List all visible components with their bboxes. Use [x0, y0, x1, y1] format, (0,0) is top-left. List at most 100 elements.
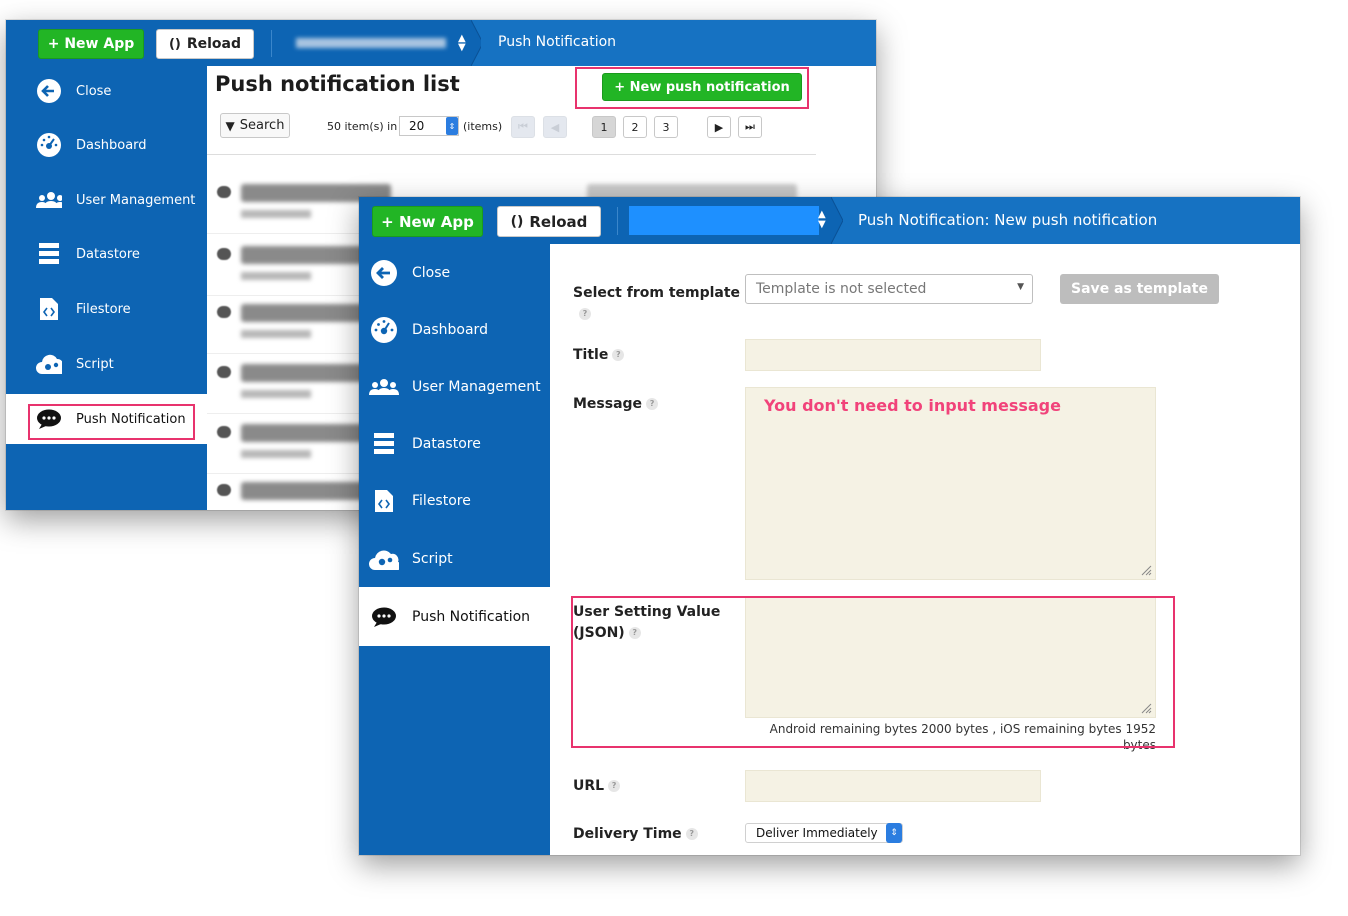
help-icon[interactable]: ? — [612, 349, 625, 361]
last-page-icon: ⏭ — [745, 120, 755, 133]
remaining-bytes-text: Android remaining bytes 2000 bytes , iOS… — [769, 722, 1156, 752]
sidebar-item-label: Close — [412, 264, 451, 281]
help-icon[interactable]: ? — [579, 308, 591, 320]
page-2-button[interactable]: 2 — [623, 116, 647, 138]
title-input[interactable] — [745, 339, 1041, 371]
sidebar-item-label: Dashboard — [412, 321, 488, 338]
page-3-button[interactable]: 3 — [654, 116, 678, 138]
sidebar-item-filestore[interactable]: Filestore — [359, 472, 550, 529]
prev-page-icon: ◀ — [550, 120, 560, 134]
reload-icon: () — [510, 213, 524, 230]
sidebar-item-label: Datastore — [76, 246, 140, 262]
help-icon[interactable]: ? — [646, 398, 659, 410]
speech-bubble-icon — [217, 484, 231, 496]
speech-bubble-icon — [369, 602, 399, 632]
app-selector-arrows-icon[interactable]: ▲ ▼ — [818, 210, 826, 230]
sidebar-item-datastore[interactable]: Datastore — [6, 229, 207, 279]
new-push-notification-button[interactable]: + New push notification — [602, 73, 802, 101]
user-setting-label-line2: (JSON) — [573, 625, 625, 641]
sidebar-item-push-notification[interactable]: Push Notification — [6, 394, 207, 444]
speech-bubble-icon — [217, 426, 231, 438]
top-toolbar: + New App () Reload ▲ ▼ Push Notification — [6, 20, 876, 66]
sidebar-item-script[interactable]: Script — [359, 530, 550, 587]
sidebar-item-push-notification[interactable]: Push Notification — [359, 587, 550, 646]
speech-bubble-icon — [217, 306, 231, 318]
message-label: Message? — [573, 394, 659, 415]
speech-bubble-icon — [217, 186, 231, 198]
sidebar: Close Dashboard User Management Datastor… — [359, 244, 550, 855]
database-icon — [369, 429, 399, 459]
toolbar-divider — [617, 207, 618, 235]
template-select-value: Template is not selected — [756, 281, 927, 297]
database-icon — [36, 241, 62, 267]
user-setting-label-line1: User Setting Value — [573, 604, 721, 620]
reload-button[interactable]: () Reload — [156, 29, 254, 59]
app-selector-redacted[interactable] — [296, 38, 446, 48]
top-toolbar: + New App () Reload ▲ ▼ Push Notification… — [359, 197, 1300, 244]
sidebar-item-dashboard[interactable]: Dashboard — [6, 120, 207, 170]
app-selector-redacted[interactable] — [629, 206, 819, 235]
reload-label: Reload — [529, 212, 588, 231]
help-icon[interactable]: ? — [608, 780, 621, 792]
filter-icon: ▼ — [225, 118, 235, 133]
sidebar-item-script[interactable]: Script — [6, 339, 207, 389]
search-button[interactable]: ▼ Search — [220, 113, 290, 138]
app-selector-arrows-icon[interactable]: ▲ ▼ — [458, 34, 466, 53]
redacted-text — [241, 330, 311, 338]
new-app-button[interactable]: + New App — [38, 29, 144, 59]
delivery-time-label: Delivery Time? — [573, 824, 698, 845]
sidebar-item-label: Script — [412, 550, 453, 567]
template-select[interactable]: Template is not selected ▼ — [745, 274, 1033, 304]
items-count-text: 50 item(s) in — [327, 120, 398, 133]
next-page-button[interactable]: ▶ — [707, 116, 731, 138]
chevron-down-icon: ▼ — [1017, 282, 1024, 292]
gauge-icon — [369, 315, 399, 345]
next-page-icon: ▶ — [714, 120, 724, 134]
new-app-button[interactable]: + New App — [372, 206, 483, 237]
per-page-value: 20 — [409, 119, 425, 133]
sidebar-item-dashboard[interactable]: Dashboard — [359, 301, 550, 358]
page-1-button[interactable]: 1 — [592, 116, 616, 138]
first-page-button[interactable]: ⏮ — [511, 116, 535, 138]
per-page-select[interactable]: 20 ⇕ — [399, 116, 459, 136]
help-icon[interactable]: ? — [685, 828, 698, 840]
url-input[interactable] — [745, 770, 1041, 802]
sidebar-item-close[interactable]: Close — [6, 66, 207, 116]
last-page-button[interactable]: ⏭ — [738, 116, 762, 138]
arrow-left-icon — [36, 78, 62, 104]
speech-bubble-icon — [36, 406, 62, 432]
user-setting-textarea[interactable] — [745, 596, 1156, 718]
redacted-text — [241, 450, 311, 458]
title-label-text: Title — [573, 347, 609, 363]
prev-page-button[interactable]: ◀ — [543, 116, 567, 138]
reload-icon: () — [168, 36, 181, 52]
breadcrumb-current: Push Notification — [498, 34, 617, 50]
sidebar-item-close[interactable]: Close — [359, 244, 550, 301]
sidebar-item-label: Datastore — [412, 435, 481, 452]
users-icon — [36, 187, 62, 213]
help-icon[interactable]: ? — [628, 627, 641, 639]
list-divider — [207, 154, 816, 155]
message-textarea[interactable] — [745, 387, 1156, 580]
sidebar-item-user-management[interactable]: User Management — [359, 358, 550, 415]
breadcrumb-current: Push Notification: New push notification — [858, 211, 1158, 229]
resize-handle-icon[interactable] — [1140, 702, 1152, 714]
file-code-icon — [36, 296, 62, 322]
search-label: Search — [239, 118, 285, 133]
title-label: Title? — [573, 345, 625, 366]
save-as-template-button[interactable]: Save as template — [1060, 274, 1219, 304]
sidebar-item-label: Push Notification — [76, 411, 186, 427]
reload-button[interactable]: () Reload — [497, 206, 601, 237]
url-label-text: URL — [573, 778, 605, 794]
sidebar-item-label: Filestore — [412, 492, 471, 509]
cloud-gear-icon — [36, 351, 62, 377]
sidebar-item-datastore[interactable]: Datastore — [359, 415, 550, 472]
message-label-text: Message — [573, 396, 643, 412]
file-code-icon — [369, 486, 399, 516]
sidebar-item-filestore[interactable]: Filestore — [6, 284, 207, 334]
sidebar-item-user-management[interactable]: User Management — [6, 175, 207, 225]
resize-handle-icon[interactable] — [1140, 564, 1152, 576]
delivery-time-select[interactable]: Deliver Immediately ⇕ — [745, 823, 903, 843]
sidebar: Close Dashboard User Management Datastor… — [6, 66, 207, 510]
users-icon — [369, 372, 399, 402]
